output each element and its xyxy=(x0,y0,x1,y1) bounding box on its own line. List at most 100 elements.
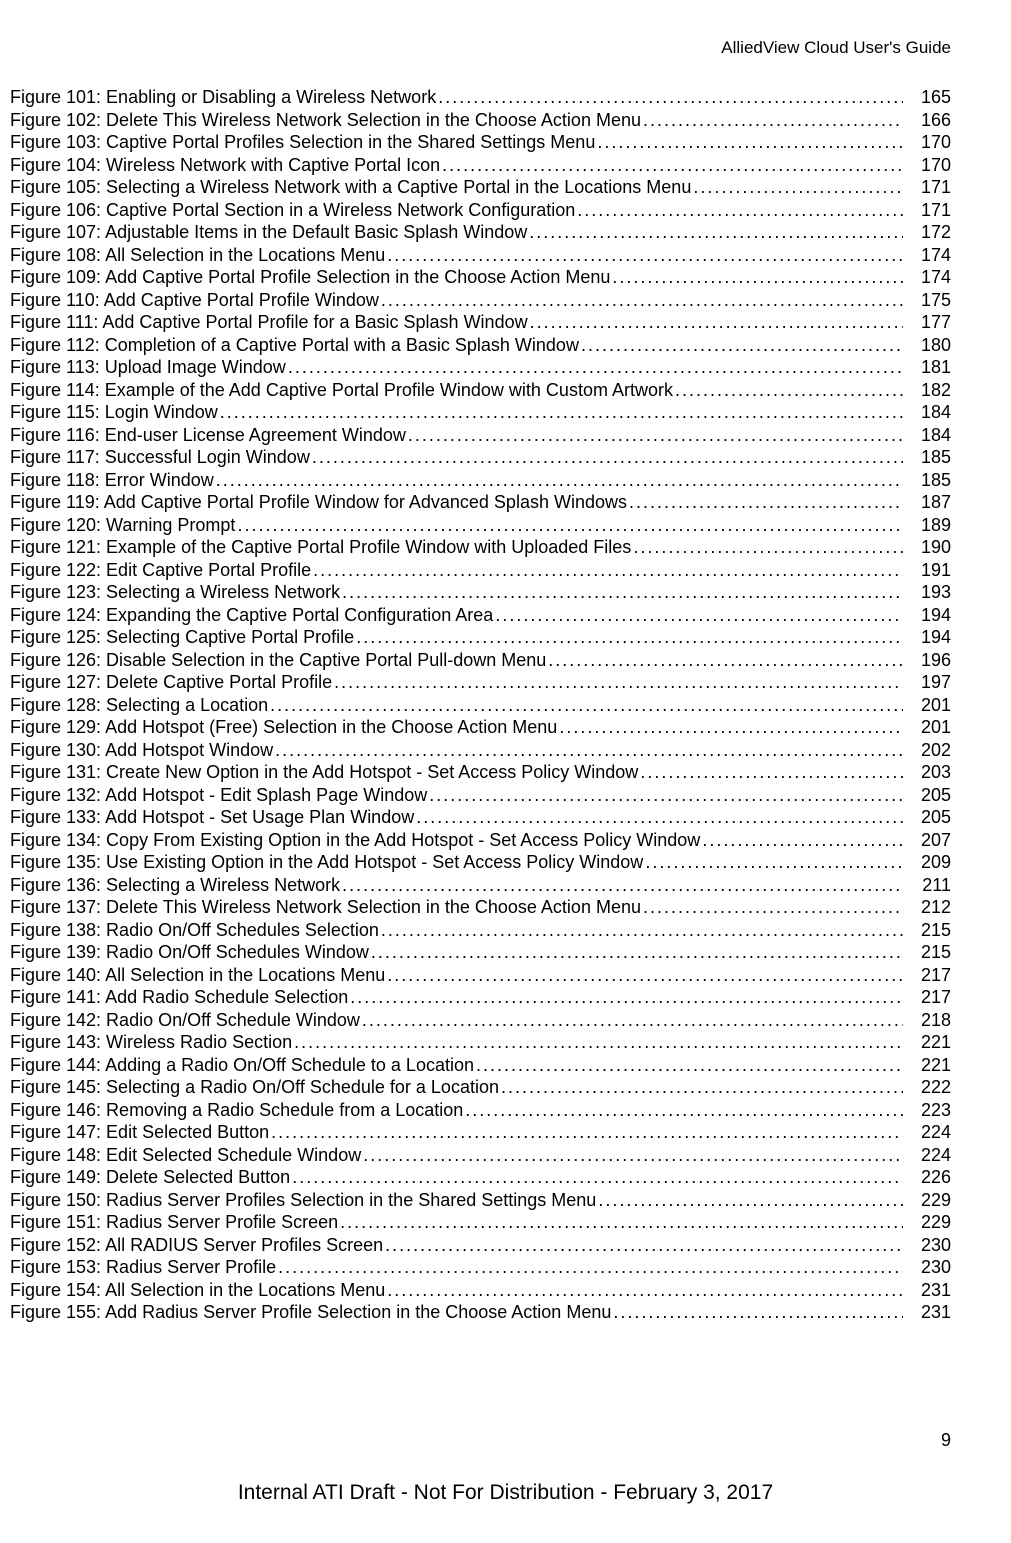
leader-dots xyxy=(387,244,903,267)
figure-entry-label: Figure 101: Enabling or Disabling a Wire… xyxy=(10,86,438,109)
figure-entry: Figure 142: Radio On/Off Schedule Window… xyxy=(10,1009,951,1032)
figure-entry-page: 175 xyxy=(903,289,951,312)
figure-entry-label: Figure 132: Add Hotspot - Edit Splash Pa… xyxy=(10,784,429,807)
figure-entry-page: 184 xyxy=(903,401,951,424)
doc-header-title: AlliedView Cloud User's Guide xyxy=(10,38,951,58)
figure-entry-page: 172 xyxy=(903,221,951,244)
figure-entry-label: Figure 106: Captive Portal Section in a … xyxy=(10,199,577,222)
figure-entry-label: Figure 127: Delete Captive Portal Profil… xyxy=(10,671,334,694)
figure-entry-label: Figure 145: Selecting a Radio On/Off Sch… xyxy=(10,1076,501,1099)
figure-entry-label: Figure 115: Login Window xyxy=(10,401,220,424)
leader-dots xyxy=(342,581,903,604)
leader-dots xyxy=(640,761,903,784)
leader-dots xyxy=(442,154,903,177)
figure-entry: Figure 136: Selecting a Wireless Network… xyxy=(10,874,951,897)
figure-entry-label: Figure 136: Selecting a Wireless Network xyxy=(10,874,342,897)
figure-entry: Figure 116: End-user License Agreement W… xyxy=(10,424,951,447)
figure-entry-page: 205 xyxy=(903,806,951,829)
leader-dots xyxy=(530,311,903,334)
leader-dots xyxy=(613,1301,903,1324)
leader-dots xyxy=(465,1099,903,1122)
leader-dots xyxy=(342,874,903,897)
figure-entry-label: Figure 147: Edit Selected Button xyxy=(10,1121,271,1144)
figure-entry-label: Figure 108: All Selection in the Locatio… xyxy=(10,244,387,267)
page-number: 9 xyxy=(941,1430,951,1451)
figure-entry-page: 226 xyxy=(903,1166,951,1189)
figure-entry: Figure 125: Selecting Captive Portal Pro… xyxy=(10,626,951,649)
figure-entry: Figure 105: Selecting a Wireless Network… xyxy=(10,176,951,199)
figure-entry-page: 222 xyxy=(903,1076,951,1099)
figure-entry-page: 224 xyxy=(903,1121,951,1144)
figure-entry: Figure 145: Selecting a Radio On/Off Sch… xyxy=(10,1076,951,1099)
figure-entry-page: 201 xyxy=(903,694,951,717)
figure-entry: Figure 124: Expanding the Captive Portal… xyxy=(10,604,951,627)
footer-note: Internal ATI Draft - Not For Distributio… xyxy=(0,1481,1011,1505)
figure-entry-label: Figure 131: Create New Option in the Add… xyxy=(10,761,640,784)
figure-entry-label: Figure 137: Delete This Wireless Network… xyxy=(10,896,643,919)
figure-entry-page: 194 xyxy=(903,604,951,627)
figure-entry-page: 165 xyxy=(903,86,951,109)
figure-entry: Figure 118: Error Window 185 xyxy=(10,469,951,492)
figure-entry: Figure 127: Delete Captive Portal Profil… xyxy=(10,671,951,694)
figure-entry-label: Figure 141: Add Radio Schedule Selection xyxy=(10,986,350,1009)
figure-entry-label: Figure 148: Edit Selected Schedule Windo… xyxy=(10,1144,363,1167)
figure-entry-page: 203 xyxy=(903,761,951,784)
figure-entry-page: 197 xyxy=(903,671,951,694)
figure-entry-label: Figure 144: Adding a Radio On/Off Schedu… xyxy=(10,1054,476,1077)
leader-dots xyxy=(501,1076,903,1099)
leader-dots xyxy=(408,424,903,447)
figure-entry-label: Figure 102: Delete This Wireless Network… xyxy=(10,109,643,132)
figure-entry-label: Figure 122: Edit Captive Portal Profile xyxy=(10,559,313,582)
figure-entry-label: Figure 128: Selecting a Location xyxy=(10,694,270,717)
figure-entry-page: 189 xyxy=(903,514,951,537)
figure-entry: Figure 107: Adjustable Items in the Defa… xyxy=(10,221,951,244)
figure-entry-page: 191 xyxy=(903,559,951,582)
leader-dots xyxy=(275,739,903,762)
figure-entry-page: 230 xyxy=(903,1234,951,1257)
figure-entry: Figure 121: Example of the Captive Porta… xyxy=(10,536,951,559)
figure-entry-page: 185 xyxy=(903,446,951,469)
figure-entry: Figure 140: All Selection in the Locatio… xyxy=(10,964,951,987)
figure-entry-label: Figure 117: Successful Login Window xyxy=(10,446,312,469)
figure-entry: Figure 149: Delete Selected Button226 xyxy=(10,1166,951,1189)
figure-entry-label: Figure 119: Add Captive Portal Profile W… xyxy=(10,491,629,514)
figure-entry-label: Figure 105: Selecting a Wireless Network… xyxy=(10,176,693,199)
figure-entry-label: Figure 111: Add Captive Portal Profile f… xyxy=(10,311,530,334)
figure-entry: Figure 131: Create New Option in the Add… xyxy=(10,761,951,784)
figure-entry-page: 211 xyxy=(903,874,951,897)
figure-entry-page: 218 xyxy=(903,1009,951,1032)
figure-entry: Figure 113: Upload Image Window 181 xyxy=(10,356,951,379)
figure-entry-label: Figure 155: Add Radius Server Profile Se… xyxy=(10,1301,613,1324)
figure-entry: Figure 135: Use Existing Option in the A… xyxy=(10,851,951,874)
figure-entry-label: Figure 139: Radio On/Off Schedules Windo… xyxy=(10,941,371,964)
figure-entry-page: 170 xyxy=(903,154,951,177)
figure-entry: Figure 101: Enabling or Disabling a Wire… xyxy=(10,86,951,109)
figure-entry-page: 231 xyxy=(903,1301,951,1324)
figure-entry-page: 209 xyxy=(903,851,951,874)
figure-entry-page: 217 xyxy=(903,986,951,1009)
figure-entry: Figure 134: Copy From Existing Option in… xyxy=(10,829,951,852)
figure-entry-label: Figure 126: Disable Selection in the Cap… xyxy=(10,649,548,672)
figure-entry-label: Figure 116: End-user License Agreement W… xyxy=(10,424,408,447)
figure-entry: Figure 122: Edit Captive Portal Profile … xyxy=(10,559,951,582)
leader-dots xyxy=(612,266,903,289)
figure-entry: Figure 133: Add Hotspot - Set Usage Plan… xyxy=(10,806,951,829)
figure-entry: Figure 153: Radius Server Profile 230 xyxy=(10,1256,951,1279)
figure-entry-label: Figure 125: Selecting Captive Portal Pro… xyxy=(10,626,356,649)
figure-entry-label: Figure 150: Radius Server Profiles Selec… xyxy=(10,1189,598,1212)
leader-dots xyxy=(529,221,903,244)
figure-entry-label: Figure 142: Radio On/Off Schedule Window xyxy=(10,1009,362,1032)
figure-entry: Figure 112: Completion of a Captive Port… xyxy=(10,334,951,357)
figure-entry: Figure 132: Add Hotspot - Edit Splash Pa… xyxy=(10,784,951,807)
leader-dots xyxy=(645,851,903,874)
leader-dots xyxy=(278,1256,903,1279)
leader-dots xyxy=(381,289,903,312)
leader-dots xyxy=(629,491,903,514)
figure-entry-label: Figure 118: Error Window xyxy=(10,469,216,492)
figure-entry-page: 185 xyxy=(903,469,951,492)
figure-entry-label: Figure 152: All RADIUS Server Profiles S… xyxy=(10,1234,385,1257)
figure-entry: Figure 110: Add Captive Portal Profile W… xyxy=(10,289,951,312)
leader-dots xyxy=(643,896,903,919)
figure-entry-page: 215 xyxy=(903,919,951,942)
figure-entry-label: Figure 143: Wireless Radio Section xyxy=(10,1031,294,1054)
